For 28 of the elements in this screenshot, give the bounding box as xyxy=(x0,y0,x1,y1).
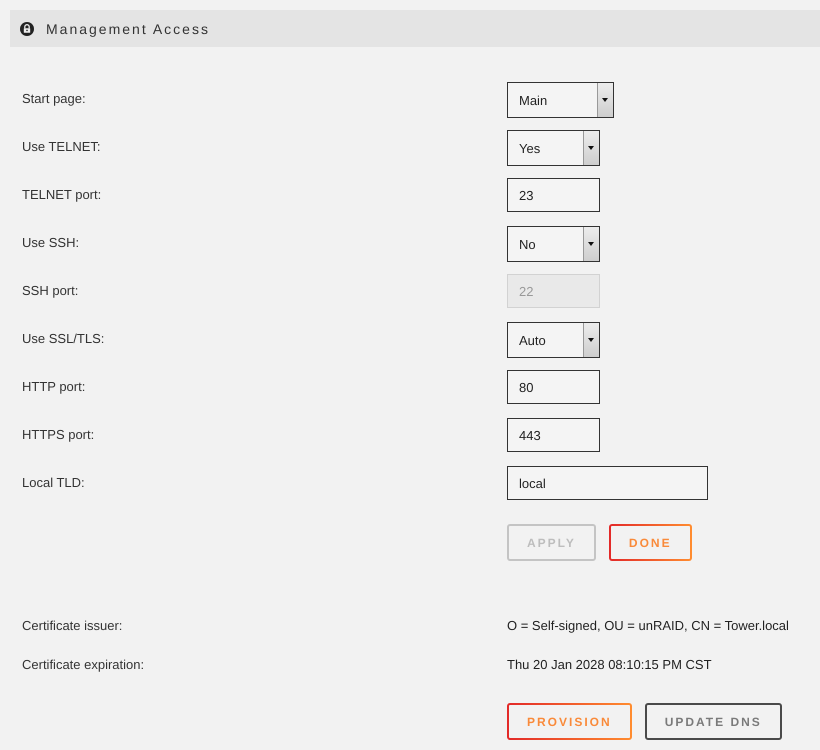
lock-icon xyxy=(20,22,34,36)
field-label: Start page: xyxy=(22,90,86,107)
input-field[interactable]: local xyxy=(507,466,708,500)
action-button[interactable]: UPDATE DNS xyxy=(644,703,782,740)
input-field[interactable]: 80 xyxy=(507,370,600,404)
info-value: O = Self-signed, OU = unRAID, CN = Tower.local xyxy=(507,618,789,632)
dropdown[interactable]: Yes xyxy=(507,130,600,166)
field-label: HTTP port: xyxy=(22,378,86,395)
input-field[interactable]: 23 xyxy=(507,178,600,212)
field-label: SSH port: xyxy=(22,282,78,299)
caret-down-icon xyxy=(583,323,599,357)
info-label: Certificate issuer: xyxy=(22,618,122,632)
dropdown[interactable]: No xyxy=(507,226,600,262)
field-label: HTTPS port: xyxy=(22,426,94,443)
field-label: Use SSH: xyxy=(22,234,80,251)
info-label: Certificate expiration: xyxy=(22,656,144,672)
caret-down-icon xyxy=(597,83,613,117)
input-field[interactable]: 443 xyxy=(507,418,600,452)
dropdown[interactable]: Auto xyxy=(507,322,600,358)
caret-down-icon xyxy=(583,227,599,261)
field-label: Local TLD: xyxy=(22,474,85,491)
info-value: Thu 20 Jan 2028 08:10:15 PM CST xyxy=(507,656,712,672)
section-title: Management Access xyxy=(46,20,210,36)
field-label: Use TELNET: xyxy=(22,138,101,155)
caret-down-icon xyxy=(583,131,599,165)
field-label: TELNET port: xyxy=(22,186,102,203)
field-label: Use SSL/TLS: xyxy=(22,330,104,347)
dropdown[interactable]: Main xyxy=(507,82,614,118)
